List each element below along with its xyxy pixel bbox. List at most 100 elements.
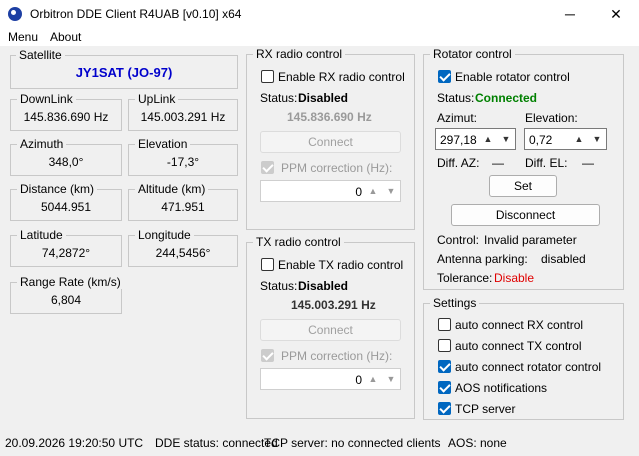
tx-ppm-label: PPM correction (Hz):: [281, 349, 393, 363]
distance-label: Distance (km): [17, 182, 98, 196]
satellite-label: Satellite: [16, 48, 65, 62]
app-icon: [8, 7, 22, 21]
latitude-value: 74,2872°: [41, 246, 91, 260]
auto-connect-rotator-label: auto connect rotator control: [455, 360, 602, 374]
range-rate-value: 6,804: [50, 293, 82, 307]
distance-value: 5044.951: [40, 200, 92, 214]
rotator-enable-checkbox[interactable]: [438, 70, 451, 83]
rotator-elevation-stepper[interactable]: 0,72 ▲ ▼: [524, 128, 607, 150]
downlink-label: DownLink: [17, 92, 76, 106]
auto-connect-rx-checkbox[interactable]: [438, 318, 451, 331]
settings-group: Settings auto connect RX control auto co…: [423, 296, 624, 420]
elevation-value: -17,3°: [166, 155, 200, 169]
disconnect-button[interactable]: Disconnect: [451, 204, 600, 226]
azimut-up-icon[interactable]: ▲: [479, 129, 497, 149]
close-button[interactable]: ✕: [593, 0, 639, 29]
rotator-azimut-stepper[interactable]: 297,18 ▲ ▼: [435, 128, 516, 150]
tx-ppm-checkbox[interactable]: [261, 349, 274, 362]
rotator-azimut-label: Azimut:: [437, 111, 478, 125]
tx-ppm-value: 0: [355, 373, 362, 387]
auto-connect-tx-label: auto connect TX control: [455, 339, 582, 353]
control-label: Control:: [437, 233, 480, 247]
altitude-label: Altitude (km): [135, 182, 209, 196]
menu-item-about[interactable]: About: [50, 30, 81, 44]
tx-ppm-down-icon[interactable]: ▼: [382, 369, 400, 389]
rx-frequency: 145.836.690 Hz: [287, 110, 372, 124]
rx-ppm-label: PPM correction (Hz):: [281, 161, 393, 175]
downlink-value: 145.836.690 Hz: [23, 110, 109, 124]
menu-item-menu[interactable]: Menu: [8, 30, 38, 44]
tx-enable-checkbox[interactable]: [261, 258, 274, 271]
antenna-parking-label: Antenna parking:: [437, 252, 528, 266]
antenna-parking-value: disabled: [541, 252, 586, 266]
latitude-box: Latitude 74,2872°: [10, 228, 122, 267]
elevation-down-icon[interactable]: ▼: [588, 129, 606, 149]
rotator-title: Rotator control: [430, 47, 515, 61]
satellite-box: Satellite JY1SAT (JO-97): [10, 48, 238, 89]
auto-connect-tx-checkbox[interactable]: [438, 339, 451, 352]
tx-title: TX radio control: [253, 235, 344, 249]
rx-status-value: Disabled: [298, 91, 349, 105]
window-title: Orbitron DDE Client R4UAB [v0.10] x64: [30, 7, 242, 21]
auto-connect-rotator-checkbox[interactable]: [438, 360, 451, 373]
tcp-server-checkbox[interactable]: [438, 402, 451, 415]
rx-ppm-down-icon[interactable]: ▼: [382, 181, 400, 201]
auto-connect-rx-label: auto connect RX control: [455, 318, 584, 332]
distance-box: Distance (km) 5044.951: [10, 182, 122, 221]
diff-el-value: —: [582, 156, 594, 170]
aos-notifications-label: AOS notifications: [455, 381, 548, 395]
rotator-status-value: Connected: [475, 91, 538, 105]
elevation-label: Elevation: [135, 137, 191, 151]
tx-enable-label: Enable TX radio control: [278, 258, 404, 272]
rotator-enable-label: Enable rotator control: [455, 70, 570, 84]
longitude-value: 244,5456°: [155, 246, 211, 260]
aos-notifications-checkbox[interactable]: [438, 381, 451, 394]
tx-connect-button[interactable]: Connect: [260, 319, 401, 341]
status-bar: 20.09.2026 19:20:50 UTC DDE status: conn…: [0, 430, 639, 456]
rotator-group: Rotator control Enable rotator control S…: [423, 47, 624, 290]
set-button[interactable]: Set: [489, 175, 557, 197]
tolerance-value: Disable: [494, 271, 535, 285]
status-datetime: 20.09.2026 19:20:50 UTC: [5, 436, 144, 450]
tx-status-label: Status:: [260, 279, 298, 293]
altitude-box: Altitude (km) 471.951: [128, 182, 238, 221]
azimut-down-icon[interactable]: ▼: [497, 129, 515, 149]
range-rate-box: Range Rate (km/s) 6,804: [10, 275, 124, 314]
rx-enable-checkbox[interactable]: [261, 70, 274, 83]
latitude-label: Latitude: [17, 228, 66, 242]
rotator-azimut-value: 297,18: [440, 133, 477, 147]
settings-title: Settings: [430, 296, 480, 310]
rx-ppm-stepper[interactable]: 0 ▲ ▼: [260, 180, 401, 202]
minimize-button[interactable]: ─: [547, 0, 593, 29]
range-rate-label: Range Rate (km/s): [17, 275, 124, 289]
longitude-box: Longitude 244,5456°: [128, 228, 238, 267]
rx-connect-button[interactable]: Connect: [260, 131, 401, 153]
rx-radio-group: RX radio control Enable RX radio control…: [246, 47, 415, 230]
status-aos: AOS: none: [448, 436, 507, 450]
rx-status-label: Status:: [260, 91, 298, 105]
rx-title: RX radio control: [253, 47, 346, 61]
tx-frequency: 145.003.291 Hz: [291, 298, 376, 312]
tx-radio-group: TX radio control Enable TX radio control…: [246, 235, 415, 419]
elevation-up-icon[interactable]: ▲: [570, 129, 588, 149]
tolerance-label: Tolerance:: [437, 271, 493, 285]
longitude-label: Longitude: [135, 228, 194, 242]
status-dde: DDE status: connected: [155, 436, 278, 450]
tcp-server-label: TCP server: [455, 402, 516, 416]
tx-ppm-up-icon[interactable]: ▲: [364, 369, 382, 389]
rx-ppm-value: 0: [355, 185, 362, 199]
azimuth-label: Azimuth: [17, 137, 67, 151]
uplink-value: 145.003.291 Hz: [140, 110, 226, 124]
diff-az-label: Diff. AZ:: [437, 156, 480, 170]
uplink-label: UpLink: [135, 92, 179, 106]
status-tcp: TCP server: no connected clients: [264, 436, 441, 450]
tx-ppm-stepper[interactable]: 0 ▲ ▼: [260, 368, 401, 390]
tx-status-value: Disabled: [298, 279, 349, 293]
altitude-value: 471.951: [161, 200, 205, 214]
downlink-box: DownLink 145.836.690 Hz: [10, 92, 122, 131]
rx-ppm-up-icon[interactable]: ▲: [364, 181, 382, 201]
azimuth-box: Azimuth 348,0°: [10, 137, 122, 176]
diff-el-label: Diff. EL:: [525, 156, 568, 170]
rx-enable-label: Enable RX radio control: [278, 70, 405, 84]
rx-ppm-checkbox[interactable]: [261, 161, 274, 174]
